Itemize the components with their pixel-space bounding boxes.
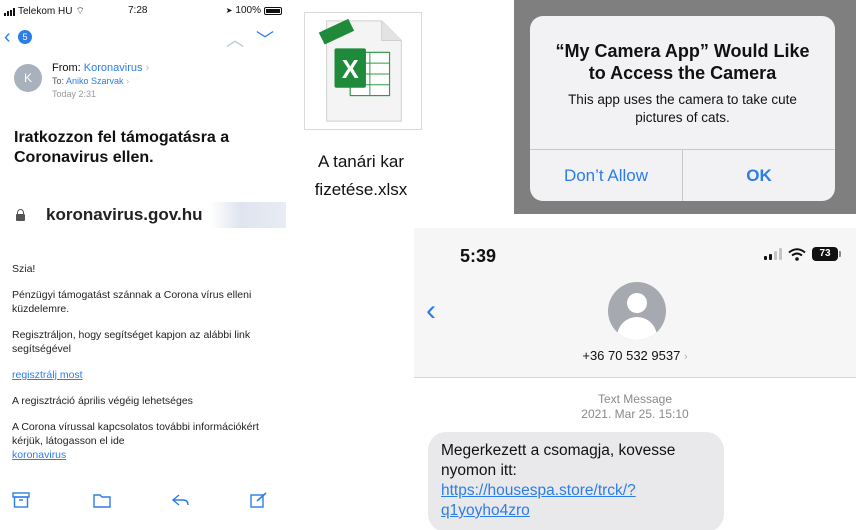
wifi-icon [788, 247, 806, 261]
recipient-name[interactable]: Aniko Szarvak [66, 76, 124, 86]
coronavirus-link[interactable]: koronavirus [12, 449, 66, 461]
battery-icon: 73 [812, 247, 841, 261]
status-time: 5:39 [460, 246, 497, 266]
file-name-line: fizetése.xlsx [314, 180, 408, 199]
folder-icon[interactable] [93, 492, 111, 508]
unread-count-badge[interactable]: 5 [18, 30, 32, 44]
sms-header: 5:39 73 ‹ +36 70 532 9537 › [414, 228, 856, 378]
message-link[interactable]: https://housespa.store/trck/?q1yoyho4zro [441, 482, 636, 519]
svg-text:X: X [342, 56, 359, 84]
signal-icon [4, 7, 15, 16]
sms-screen: 5:39 73 ‹ +36 70 532 9537 › Text Message… [414, 228, 856, 530]
message-timestamp: 2021. Mar 25. 15:10 [581, 407, 689, 421]
archive-icon[interactable] [12, 492, 30, 508]
sender-name[interactable]: Koronavirus [84, 62, 143, 74]
contact-number-text[interactable]: +36 70 532 9537 [582, 348, 680, 363]
sender-avatar: K [14, 64, 42, 92]
battery-indicator: ➤ 100% [226, 5, 282, 16]
chevron-right-icon: › [126, 76, 130, 86]
contact-number[interactable]: +36 70 532 9537 › [414, 348, 856, 363]
lock-icon [16, 209, 25, 221]
phishing-email-screen: Telekom HU ⌔ 7:28 ➤ 100% ‹ 5 ︿ ﹀ K From:… [0, 0, 286, 530]
status-time: 7:28 [128, 5, 148, 16]
carrier-indicator: Telekom HU ⌔ [4, 5, 85, 18]
excel-file-icon[interactable]: X [304, 12, 422, 130]
alert-title-line: to Access the Camera [588, 63, 777, 83]
alert-message: This app uses the camera to take cute pi… [544, 91, 821, 127]
message-text: Megerkezett a csomagja, kovesse nyomon i… [441, 442, 676, 479]
alert-title-line: “My Camera App” Would Like [555, 41, 810, 61]
register-link[interactable]: regisztrálj most [12, 369, 83, 381]
email-body: Szia! Pénzügyi támogatást szánnak a Coro… [12, 262, 274, 474]
ok-button[interactable]: OK [683, 150, 835, 201]
domain-name: koronavirus.gov.hu [46, 205, 203, 224]
compose-icon[interactable] [250, 492, 268, 508]
email-toolbar [0, 486, 286, 516]
message-type-label: Text Message [597, 392, 673, 406]
to-label: To: [52, 76, 65, 86]
dont-allow-button[interactable]: Don’t Allow [530, 150, 682, 201]
greeting-text: Szia! [12, 263, 36, 275]
message-meta: Text Message 2021. Mar 25. 15:10 [414, 392, 856, 422]
alert-message-line: This app uses the camera to take cute [568, 92, 797, 107]
from-label: From: [52, 62, 81, 74]
battery-percent: 100% [235, 5, 261, 16]
status-indicators: 73 [764, 247, 841, 261]
email-date: Today 2:31 [52, 89, 97, 99]
chevron-right-icon: › [145, 62, 150, 74]
body-paragraph: Pénzügyi támogatást szánnak a Corona vír… [12, 289, 252, 315]
body-paragraph: Regisztráljon, hogy segítséget kapjon az… [12, 329, 251, 355]
sender-details[interactable]: From: Koronavirus › To: Aniko Szarvak › … [52, 62, 282, 101]
carrier-name: Telekom HU [18, 6, 73, 17]
email-status-bar: Telekom HU ⌔ 7:28 ➤ 100% [0, 0, 286, 22]
body-paragraph: A regisztráció április végéig lehetséges [12, 395, 193, 407]
file-name-line: A tanári kar [318, 152, 404, 171]
reply-icon[interactable] [171, 492, 189, 508]
next-message-icon[interactable]: ﹀ [256, 26, 274, 52]
alert-title: “My Camera App” Would Like to Access the… [530, 40, 835, 84]
battery-icon [264, 6, 282, 15]
email-header: K From: Koronavirus › To: Aniko Szarvak … [0, 54, 286, 114]
wifi-icon: ⌔ [75, 6, 85, 17]
location-icon: ➤ [225, 6, 233, 15]
back-chevron-icon[interactable]: ‹ [426, 296, 436, 326]
back-chevron-icon[interactable]: ‹ [4, 27, 11, 47]
email-subject: Iratkozzon fel támogatásra a Coronavirus… [14, 129, 230, 166]
body-paragraph: A Corona vírussal kapcsolatos további in… [12, 421, 259, 447]
signal-icon [764, 248, 782, 260]
blurred-banner [210, 202, 286, 228]
contact-avatar[interactable] [608, 282, 666, 340]
alert-message-line: pictures of cats. [635, 110, 730, 125]
camera-permission-dialog: “My Camera App” Would Like to Access the… [530, 16, 835, 201]
chevron-right-icon: › [683, 351, 688, 363]
excel-file-name: A tanári kar fizetése.xlsx [296, 148, 426, 204]
previous-message-icon[interactable]: ︿ [226, 26, 244, 52]
email-nav-bar: ‹ 5 ︿ ﹀ [0, 22, 286, 52]
message-bubble: Megerkezett a csomagja, kovesse nyomon i… [428, 432, 724, 530]
sender-domain-banner: koronavirus.gov.hu [14, 200, 286, 232]
